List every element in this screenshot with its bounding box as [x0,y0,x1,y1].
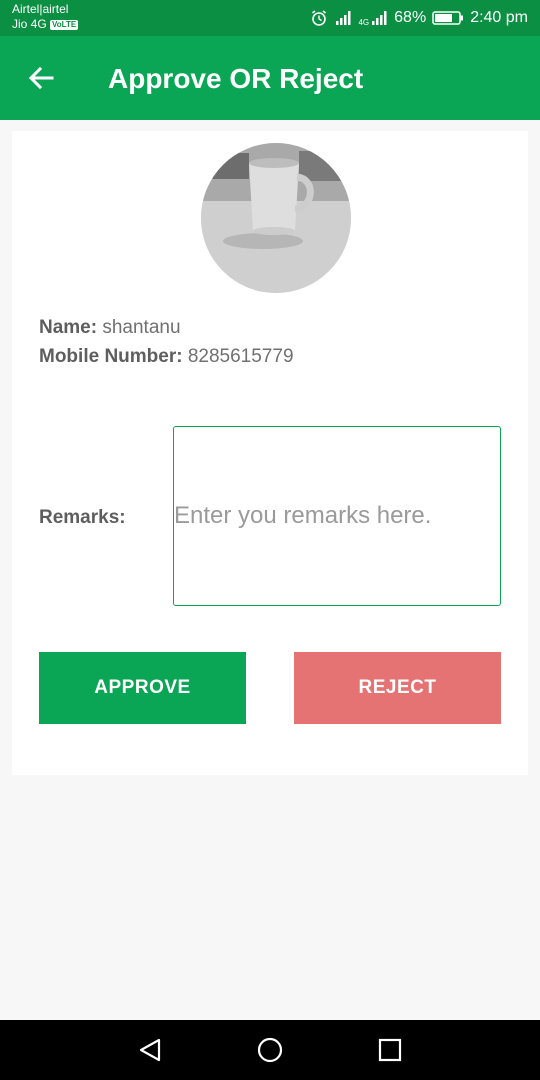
signal-bars-icon [372,11,387,25]
arrow-back-icon[interactable] [22,58,62,98]
app-bar: Approve OR Reject [0,36,540,120]
carrier-info: Airtel|airtel Jio 4G VoLTE [12,2,79,32]
system-nav-bar [0,1020,540,1080]
page-title: Approve OR Reject [108,63,364,94]
approval-card: Name: shantanu Mobile Number: 8285615779… [12,131,528,775]
mobile-label: Mobile Number: [39,346,183,367]
mobile-row: Mobile Number: 8285615779 [39,342,294,371]
mobile-value: 8285615779 [187,346,294,367]
name-value: shantanu [102,317,181,338]
alarm-icon [312,10,327,26]
status-bar: Airtel|airtel Jio 4G VoLTE 4G 68% 2:40 p… [0,0,540,36]
signal-4g-icon: 4G [358,9,388,27]
remarks-field[interactable] [173,426,501,606]
remarks-label: Remarks: [39,507,126,528]
battery-percent: 68% [394,9,427,26]
battery-icon [432,11,464,25]
clock: 2:40 pm [470,9,528,26]
volte-badge: VoLTE [50,19,79,30]
network-tag: 4G [358,18,370,27]
name-label: Name: [39,317,98,338]
circle-home-icon[interactable] [255,1035,285,1065]
remarks-input[interactable] [174,502,500,530]
mug-photo-icon [201,143,351,293]
reject-button[interactable]: REJECT [294,652,501,724]
carrier-secondary: Jio 4G VoLTE [12,17,79,32]
profile-info: Name: shantanu Mobile Number: 8285615779 [39,313,294,371]
carrier-primary: Airtel|airtel [12,2,69,16]
carrier-secondary-label: Jio 4G [12,17,47,31]
square-recents-icon[interactable] [375,1035,405,1065]
status-indicators: 4G 68% 2:40 pm [310,7,528,29]
signal-icon [336,11,351,25]
approve-button[interactable]: APPROVE [39,652,246,724]
profile-photo [201,143,351,293]
triangle-back-icon[interactable] [135,1035,165,1065]
name-row: Name: shantanu [39,313,294,342]
